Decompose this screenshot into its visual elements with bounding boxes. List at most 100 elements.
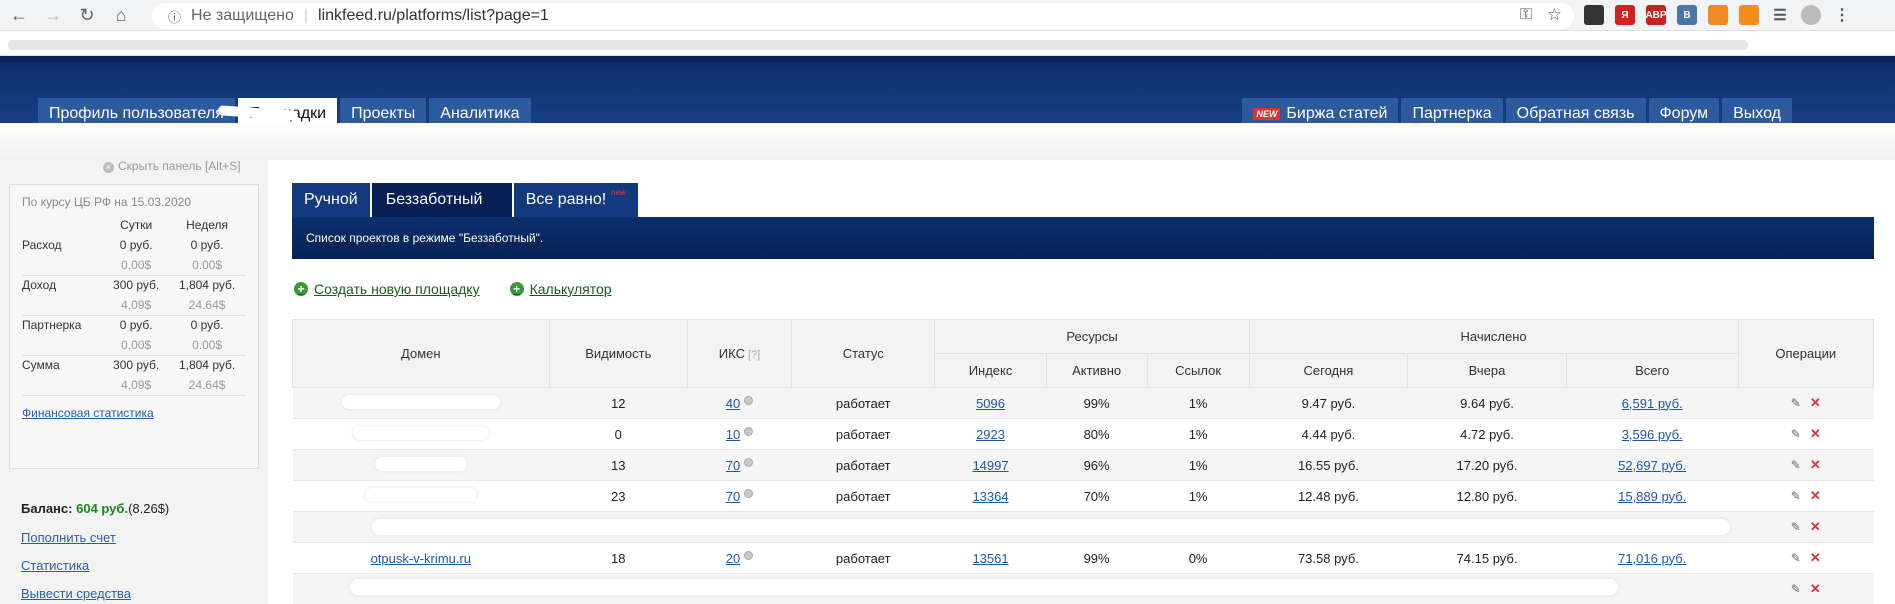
ext-vk-icon[interactable]: В <box>1677 5 1697 25</box>
delete-icon[interactable]: ✕ <box>1810 395 1821 411</box>
delete-icon[interactable]: ✕ <box>1810 581 1821 597</box>
finance-row-label: Расход <box>22 238 62 252</box>
edit-icon[interactable]: ✎ <box>1791 458 1801 472</box>
col-total[interactable]: Всего <box>1565 353 1739 388</box>
address-bar[interactable]: ⓘ Не защищено | linkfeed.ru/platforms/li… <box>152 3 1574 29</box>
bookmarks-bar <box>0 31 1895 56</box>
col-status[interactable]: Статус <box>791 319 936 388</box>
iks-link[interactable]: 20 <box>726 551 740 566</box>
edit-icon[interactable]: ✎ <box>1791 520 1801 534</box>
domain-link[interactable]: otpusk-v-krimu.ru <box>371 551 471 566</box>
delete-icon[interactable]: ✕ <box>1810 550 1821 566</box>
col-yesterday[interactable]: Вчера <box>1407 353 1567 388</box>
iks-status-icon <box>744 395 754 405</box>
reload-icon[interactable]: ↻ <box>72 0 102 30</box>
cell-yesterday: 17.20 руб. <box>1407 449 1567 481</box>
mode-tabs: Ручной Беззаботный Все равно! new <box>292 183 1874 217</box>
cell-domain <box>292 418 550 450</box>
redacted-bookmarks <box>8 40 1748 50</box>
col-visibility[interactable]: Видимость <box>548 319 688 388</box>
index-link[interactable]: 13364 <box>972 489 1008 504</box>
mode-tab-1[interactable]: Беззаботный <box>371 183 512 217</box>
delete-icon[interactable]: ✕ <box>1810 457 1821 473</box>
edit-icon[interactable]: ✎ <box>1791 551 1801 565</box>
iks-link[interactable]: 70 <box>726 458 740 473</box>
col-domain[interactable]: Домен <box>292 319 550 388</box>
index-link[interactable]: 13561 <box>972 551 1008 566</box>
row-operations: ✎ ✕ <box>1791 488 1821 504</box>
col-links[interactable]: Ссылок <box>1146 353 1250 388</box>
edit-icon[interactable]: ✎ <box>1791 489 1801 503</box>
ext-1-icon[interactable] <box>1584 5 1604 25</box>
col-iks[interactable]: ИКС [?] <box>686 319 793 388</box>
finance-row-label: Доход <box>22 278 57 293</box>
url-text[interactable]: linkfeed.ru/platforms/list?page=1 <box>318 7 549 25</box>
index-link[interactable]: 14997 <box>972 458 1008 473</box>
withdraw-link[interactable]: Вывести средства <box>21 586 131 601</box>
edit-icon[interactable]: ✎ <box>1791 396 1801 410</box>
back-icon[interactable]: ← <box>4 0 34 30</box>
delete-icon[interactable]: ✕ <box>1810 488 1821 504</box>
col-today[interactable]: Сегодня <box>1248 353 1409 388</box>
cell-yesterday: 74.15 руб. <box>1407 542 1567 574</box>
calculator-label: Калькулятор <box>529 281 612 297</box>
cell-index: 13364 <box>934 480 1047 512</box>
total-link[interactable]: 15,889 руб. <box>1618 489 1686 504</box>
edit-icon[interactable]: ✎ <box>1791 427 1801 441</box>
cell-index: 2923 <box>934 418 1047 450</box>
mode-tab-2[interactable]: Все равно! new <box>513 183 638 217</box>
key-icon[interactable]: ⚿ <box>1520 6 1532 24</box>
delete-icon[interactable]: ✕ <box>1810 519 1821 535</box>
mode-tab-label: Беззаботный <box>385 191 483 208</box>
info-icon[interactable]: ⓘ <box>168 7 181 26</box>
financial-stats-link[interactable]: Финансовая статистика <box>22 406 246 420</box>
iks-status-icon <box>744 550 754 560</box>
cell-total: 71,016 руб. <box>1566 542 1739 574</box>
balance-amount: 604 руб. <box>76 501 129 516</box>
create-platform-link[interactable]: + Создать новую площадку <box>294 281 480 297</box>
delete-icon[interactable]: ✕ <box>1810 426 1821 442</box>
top-up-link[interactable]: Пополнить счет <box>21 530 116 545</box>
index-link[interactable]: 5096 <box>976 396 1005 411</box>
iks-link[interactable]: 40 <box>726 396 740 411</box>
finance-day-value: 300 руб. <box>113 358 160 373</box>
balance-usd: (8.26$) <box>128 501 170 516</box>
create-platform-label: Создать новую площадку <box>314 281 480 297</box>
ext-2-icon[interactable]: Я <box>1615 5 1635 25</box>
forward-icon[interactable]: → <box>38 0 68 30</box>
reading-list-icon[interactable]: ☰ <box>1770 5 1790 25</box>
statistics-link[interactable]: Статистика <box>21 558 89 573</box>
redaction-mark <box>350 579 1618 595</box>
ext-ok-icon[interactable] <box>1739 5 1759 25</box>
iks-link[interactable]: 70 <box>726 489 740 504</box>
index-link[interactable]: 2923 <box>976 427 1005 442</box>
cell-status: работает <box>791 418 935 450</box>
cell-links: 1% <box>1147 418 1250 450</box>
menu-kebab-icon[interactable]: ⋮ <box>1832 5 1852 25</box>
bookmark-star-icon[interactable]: ☆ <box>1547 5 1562 25</box>
cell-index: 13561 <box>934 542 1047 574</box>
avatar[interactable] <box>1801 5 1821 25</box>
total-link[interactable]: 3,596 руб. <box>1622 427 1683 442</box>
total-link[interactable]: 52,697 руб. <box>1618 458 1686 473</box>
edit-icon[interactable]: ✎ <box>1791 582 1801 596</box>
finance-day-value: 0 руб. <box>119 238 153 252</box>
iks-status-icon <box>744 457 754 467</box>
mode-tab-0[interactable]: Ручной <box>292 183 370 217</box>
col-active[interactable]: Активно <box>1045 353 1148 388</box>
balance: Баланс: 604 руб.(8.26$) <box>21 501 169 516</box>
total-link[interactable]: 71,016 руб. <box>1618 551 1686 566</box>
calculator-link[interactable]: + Калькулятор <box>509 281 612 297</box>
ext-rss-icon[interactable] <box>1708 5 1728 25</box>
col-index[interactable]: Индекс <box>934 353 1047 388</box>
new-badge: new <box>611 187 626 197</box>
home-icon[interactable]: ⌂ <box>106 0 136 30</box>
total-link[interactable]: 6,591 руб. <box>1622 396 1683 411</box>
hide-panel-toggle[interactable]: × Скрыть панель [Alt+S] <box>103 159 241 173</box>
ext-abp-icon[interactable]: ABP <box>1645 5 1667 25</box>
iks-link[interactable]: 10 <box>726 427 740 442</box>
header-shadow <box>0 123 1895 160</box>
cell-domain <box>292 387 550 419</box>
iks-help-icon[interactable]: [?] <box>748 349 760 361</box>
finance-row-label: Сумма <box>22 358 60 373</box>
